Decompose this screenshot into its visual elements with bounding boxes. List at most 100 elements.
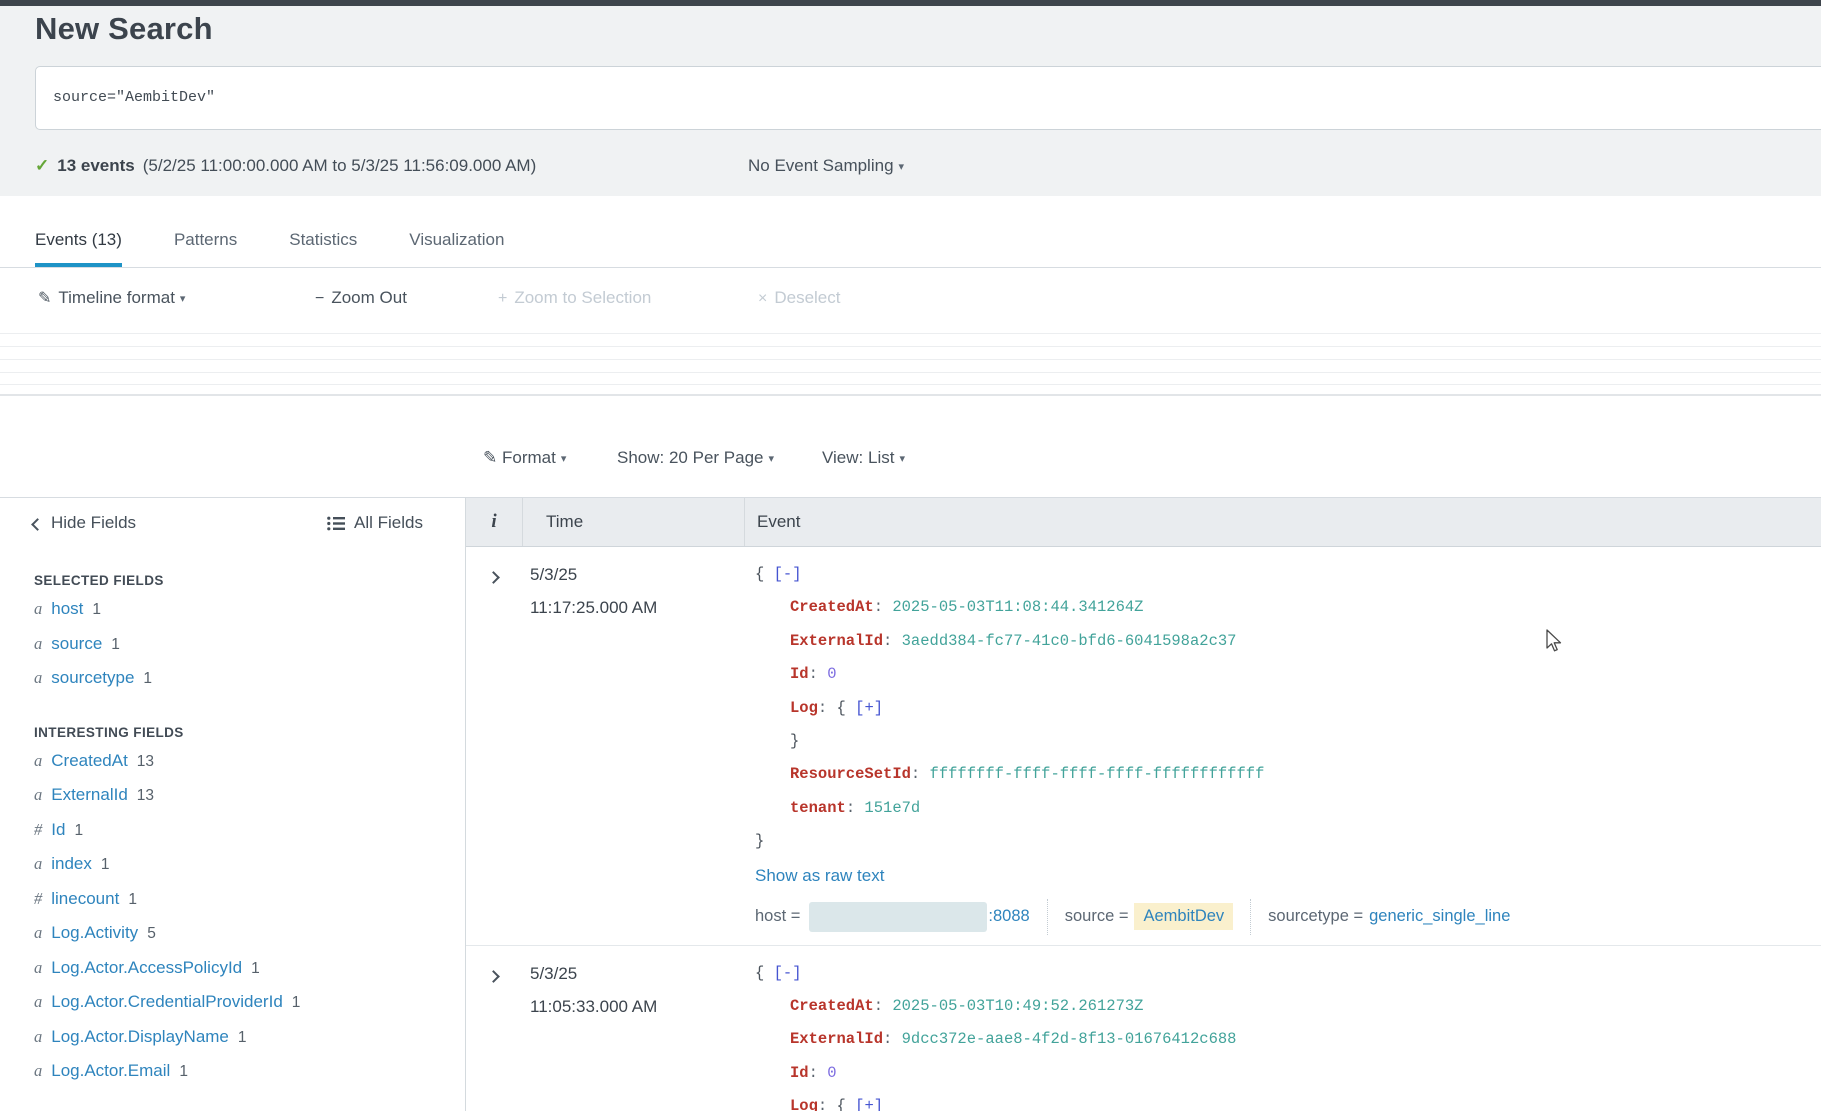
- all-fields-button[interactable]: All Fields: [327, 513, 423, 533]
- field-item-log-actor-email[interactable]: aLog.Actor.Email1: [0, 1054, 465, 1089]
- chevron-left-icon: [31, 518, 44, 531]
- tab-visualization[interactable]: Visualization: [409, 230, 504, 267]
- info-column-header: i: [466, 498, 523, 546]
- deselect-button[interactable]: ×Deselect: [758, 288, 840, 308]
- results-bar: ✓ 13 events (5/2/25 11:00:00.000 AM to 5…: [35, 156, 536, 176]
- tab-patterns[interactable]: Patterns: [174, 230, 237, 267]
- event-row: 5/3/25 11:17:25.000 AM { [-] CreatedAt20…: [466, 547, 1821, 946]
- per-page-dropdown[interactable]: Show: 20 Per Page▾: [617, 448, 774, 468]
- field-item-log-actor-accesspolicyid[interactable]: aLog.Actor.AccessPolicyId1: [0, 951, 465, 986]
- list-icon: [327, 516, 345, 531]
- events-table: i Time Event 5/3/25 11:17:25.000 AM { [-…: [466, 497, 1821, 1111]
- field-type-icon: a: [34, 1027, 42, 1046]
- sourcetype-label: sourcetype =: [1268, 907, 1363, 926]
- event-json: { [-] CreatedAt2025-05-03T11:08:44.34126…: [745, 558, 1821, 935]
- zoom-to-selection-button[interactable]: +Zoom to Selection: [498, 288, 651, 308]
- field-item-linecount[interactable]: #linecount1: [0, 882, 465, 917]
- field-item-log-actor-credentialproviderid[interactable]: aLog.Actor.CredentialProviderId1: [0, 985, 465, 1020]
- field-type-icon: a: [34, 785, 42, 804]
- host-label: host =: [755, 907, 800, 926]
- tab-statistics[interactable]: Statistics: [289, 230, 357, 267]
- expand-event-button[interactable]: [489, 968, 498, 986]
- page-title: New Search: [35, 11, 213, 47]
- field-item-id[interactable]: #Id1: [0, 813, 465, 848]
- info-icon: i: [491, 511, 496, 533]
- tab-events[interactable]: Events (13): [35, 230, 122, 267]
- selected-fields-header: SELECTED FIELDS: [34, 573, 465, 588]
- events-table-header: i Time Event: [466, 497, 1821, 547]
- view-dropdown[interactable]: View: List▾: [822, 448, 905, 468]
- event-clock: 11:05:33.000 AM: [530, 990, 740, 1023]
- field-item-log-activity[interactable]: aLog.Activity5: [0, 916, 465, 951]
- pencil-icon: ✎: [483, 448, 497, 467]
- event-sampling-dropdown[interactable]: No Event Sampling ▾: [748, 156, 904, 176]
- event-time: 5/3/25 11:17:25.000 AM: [530, 558, 740, 625]
- list-toolbar: ✎ Format▾ Show: 20 Per Page▾ View: List▾: [0, 448, 1821, 482]
- caret-down-icon: ▾: [899, 453, 905, 465]
- event-meta-row: host = :8088 source = AembitDev sourcety…: [755, 899, 1821, 935]
- splunk-search-page: New Search source="AembitDev" ✓ 13 event…: [0, 0, 1821, 1111]
- results-count: 13 events: [57, 156, 135, 176]
- host-port[interactable]: :8088: [988, 907, 1029, 926]
- format-dropdown[interactable]: ✎ Format▾: [483, 448, 566, 468]
- hide-fields-button[interactable]: Hide Fields: [33, 513, 136, 533]
- expand-json-button[interactable]: [+]: [855, 699, 883, 717]
- field-type-icon: a: [34, 668, 42, 687]
- field-type-icon: a: [34, 854, 42, 873]
- field-item-source[interactable]: asource1: [0, 627, 465, 662]
- event-row: 5/3/25 11:05:33.000 AM { [-] CreatedAt20…: [466, 946, 1821, 1111]
- field-type-icon: #: [34, 889, 42, 908]
- field-item-sourcetype[interactable]: asourcetype1: [0, 661, 465, 696]
- chevron-right-icon: [487, 970, 500, 983]
- fields-sidebar-header: Hide Fields All Fields: [0, 498, 465, 533]
- search-query-text[interactable]: source="AembitDev": [53, 89, 215, 106]
- timeline-format-dropdown[interactable]: ✎Timeline format▾: [38, 288, 185, 308]
- expand-json-button[interactable]: [+]: [855, 1097, 883, 1111]
- event-time: 5/3/25 11:05:33.000 AM: [530, 957, 740, 1024]
- check-icon: ✓: [35, 156, 49, 176]
- caret-down-icon: ▾: [899, 161, 905, 173]
- field-item-createdat[interactable]: aCreatedAt13: [0, 744, 465, 779]
- field-type-icon: a: [34, 634, 42, 653]
- collapse-json-button[interactable]: [-]: [774, 565, 802, 583]
- plus-icon: +: [498, 290, 507, 307]
- field-type-icon: a: [34, 599, 42, 618]
- interesting-fields-header: INTERESTING FIELDS: [34, 725, 465, 740]
- field-type-icon: a: [34, 751, 42, 770]
- caret-down-icon: ▾: [561, 453, 567, 465]
- sourcetype-value[interactable]: generic_single_line: [1369, 907, 1510, 926]
- event-json: { [-] CreatedAt2025-05-03T10:49:52.26127…: [745, 957, 1821, 1111]
- field-item-externalid[interactable]: aExternalId13: [0, 778, 465, 813]
- event-clock: 11:17:25.000 AM: [530, 591, 740, 624]
- event-sampling-label: No Event Sampling: [748, 156, 894, 175]
- field-type-icon: a: [34, 1061, 42, 1080]
- field-item-index[interactable]: aindex1: [0, 847, 465, 882]
- expand-event-button[interactable]: [489, 569, 498, 587]
- event-column-header: Event: [745, 498, 1821, 546]
- time-column-header: Time: [523, 498, 745, 546]
- source-value[interactable]: AembitDev: [1134, 903, 1233, 930]
- caret-down-icon: ▾: [768, 453, 774, 465]
- fields-sidebar: Hide Fields All Fields SELECTED FIELDS a…: [0, 497, 466, 1111]
- field-type-icon: #: [34, 820, 42, 839]
- caret-down-icon: ▾: [180, 293, 186, 305]
- field-type-icon: a: [34, 992, 42, 1011]
- host-value-redacted[interactable]: [809, 902, 987, 932]
- search-header-band: New Search source="AembitDev" ✓ 13 event…: [0, 6, 1821, 196]
- source-label: source =: [1065, 907, 1129, 926]
- results-tabs: Events (13) Patterns Statistics Visualiz…: [0, 196, 1821, 268]
- collapse-json-button[interactable]: [-]: [774, 964, 802, 982]
- event-date: 5/3/25: [530, 957, 740, 990]
- chevron-right-icon: [487, 571, 500, 584]
- timeline-toolbar: ✎Timeline format▾ −Zoom Out +Zoom to Sel…: [0, 268, 1821, 332]
- search-input[interactable]: source="AembitDev": [35, 66, 1821, 130]
- field-type-icon: a: [34, 958, 42, 977]
- minus-icon: −: [315, 290, 324, 307]
- zoom-out-button[interactable]: −Zoom Out: [315, 288, 407, 308]
- field-item-log-actor-displayname[interactable]: aLog.Actor.DisplayName1: [0, 1020, 465, 1055]
- event-date: 5/3/25: [530, 558, 740, 591]
- show-raw-text-link[interactable]: Show as raw text: [755, 859, 884, 892]
- field-type-icon: a: [34, 923, 42, 942]
- field-item-host[interactable]: ahost1: [0, 592, 465, 627]
- timeline-histogram[interactable]: [0, 333, 1821, 399]
